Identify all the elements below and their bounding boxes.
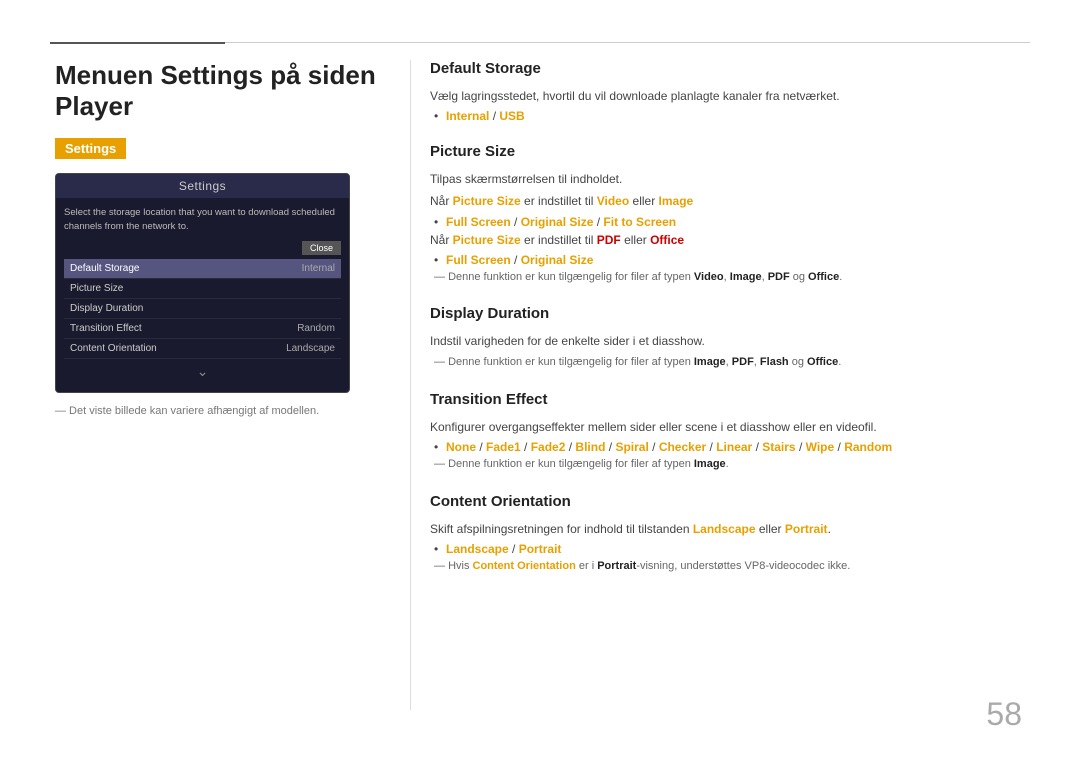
settings-badge: Settings (55, 138, 126, 159)
device-body: Select the storage location that you wan… (56, 198, 349, 392)
transition-effect-options: None / Fade1 / Fade2 / Blind / Spiral / … (446, 440, 1025, 454)
device-menu-item[interactable]: Picture Size (64, 279, 341, 299)
device-menu-item[interactable]: Default Storage Internal (64, 259, 341, 279)
device-menu-item[interactable]: Display Duration (64, 299, 341, 319)
sep: / (512, 542, 519, 556)
option-wipe: Wipe (806, 440, 835, 454)
device-title-bar: Settings (56, 174, 349, 198)
default-storage-desc: Vælg lagringsstedet, hvortil du vil down… (430, 87, 1025, 106)
option-fit-to-screen: Fit to Screen (603, 215, 676, 229)
sep1: / (514, 215, 521, 229)
option-checker: Checker (659, 440, 706, 454)
menu-item-label: Picture Size (70, 283, 123, 294)
option-full-screen: Full Screen (446, 215, 511, 229)
menu-item-label: Transition Effect (70, 323, 142, 334)
content-orientation-note: Hvis Content Orientation er i Portrait-v… (434, 558, 1025, 575)
option-portrait: Portrait (519, 542, 562, 556)
content-orientation-desc: Skift afspilningsretningen for indhold t… (430, 520, 1025, 539)
column-divider (410, 60, 411, 710)
sep: / (652, 440, 659, 454)
option-original-size: Original Size (521, 215, 594, 229)
device-close-row: Close (64, 241, 341, 255)
section-display-duration: Display Duration Indstil varigheden for … (430, 305, 1025, 371)
section-title-display-duration: Display Duration (430, 305, 1025, 326)
device-close-button[interactable]: Close (302, 241, 341, 255)
section-title-picture-size: Picture Size (430, 143, 1025, 164)
option-blind: Blind (575, 440, 605, 454)
option-full-screen-2: Full Screen (446, 253, 511, 267)
section-default-storage: Default Storage Vælg lagringsstedet, hvo… (430, 60, 1025, 123)
menu-item-value: Landscape (286, 343, 335, 354)
device-screenshot: Settings Select the storage location tha… (55, 173, 350, 393)
content-orientation-options: Landscape / Portrait (446, 542, 1025, 556)
picture-size-desc: Tilpas skærmstørrelsen til indholdet. (430, 170, 1025, 189)
device-menu-item[interactable]: Transition Effect Random (64, 319, 341, 339)
page-title: Menuen Settings på siden Player (55, 60, 395, 122)
option-stairs: Stairs (762, 440, 795, 454)
device-chevron-icon: ⌄ (64, 359, 341, 384)
device-menu-item[interactable]: Content Orientation Landscape (64, 339, 341, 359)
transition-effect-desc: Konfigurer overgangseffekter mellem side… (430, 418, 1025, 437)
option-linear: Linear (716, 440, 752, 454)
right-column: Default Storage Vælg lagringsstedet, hvo… (430, 60, 1025, 594)
picture-size-pdf-condition: Når Picture Size er indstillet til PDF e… (430, 231, 1025, 250)
option-usb: USB (499, 109, 524, 123)
default-storage-options: Internal / USB (446, 109, 1025, 123)
sep: / (524, 440, 531, 454)
section-transition-effect: Transition Effect Konfigurer overgangsef… (430, 391, 1025, 473)
menu-item-label: Default Storage (70, 263, 140, 274)
left-column: Menuen Settings på siden Player Settings… (55, 60, 395, 417)
option-spiral: Spiral (615, 440, 648, 454)
option-random: Random (844, 440, 892, 454)
sep: / (479, 440, 486, 454)
display-duration-desc: Indstil varigheden for de enkelte sider … (430, 332, 1025, 351)
option-none: None (446, 440, 476, 454)
section-title-content-orientation: Content Orientation (430, 493, 1025, 514)
section-title-default-storage: Default Storage (430, 60, 1025, 81)
picture-size-note: Denne funktion er kun tilgængelig for fi… (434, 269, 1025, 286)
section-picture-size: Picture Size Tilpas skærmstørrelsen til … (430, 143, 1025, 285)
option-internal: Internal (446, 109, 489, 123)
section-title-transition-effect: Transition Effect (430, 391, 1025, 412)
sep3: / (514, 253, 521, 267)
image-note: — Det viste billede kan variere afhængig… (55, 405, 395, 417)
transition-effect-note: Denne funktion er kun tilgængelig for fi… (434, 456, 1025, 473)
menu-item-value: Random (297, 323, 335, 334)
menu-item-label: Display Duration (70, 303, 143, 314)
picture-size-pdf-options: Full Screen / Original Size (446, 253, 1025, 267)
picture-size-video-options: Full Screen / Original Size / Fit to Scr… (446, 215, 1025, 229)
sep: / (799, 440, 806, 454)
display-duration-note: Denne funktion er kun tilgængelig for fi… (434, 354, 1025, 371)
section-content-orientation: Content Orientation Skift afspilningsret… (430, 493, 1025, 575)
menu-item-label: Content Orientation (70, 343, 157, 354)
option-original-size-2: Original Size (521, 253, 594, 267)
top-rule-accent (50, 42, 225, 44)
page-number: 58 (986, 696, 1022, 733)
option-fade1: Fade1 (486, 440, 521, 454)
option-fade2: Fade2 (531, 440, 566, 454)
device-subtitle: Select the storage location that you wan… (64, 206, 341, 233)
picture-size-video-condition: Når Picture Size er indstillet til Video… (430, 192, 1025, 211)
menu-item-value: Internal (302, 263, 335, 274)
option-landscape: Landscape (446, 542, 509, 556)
